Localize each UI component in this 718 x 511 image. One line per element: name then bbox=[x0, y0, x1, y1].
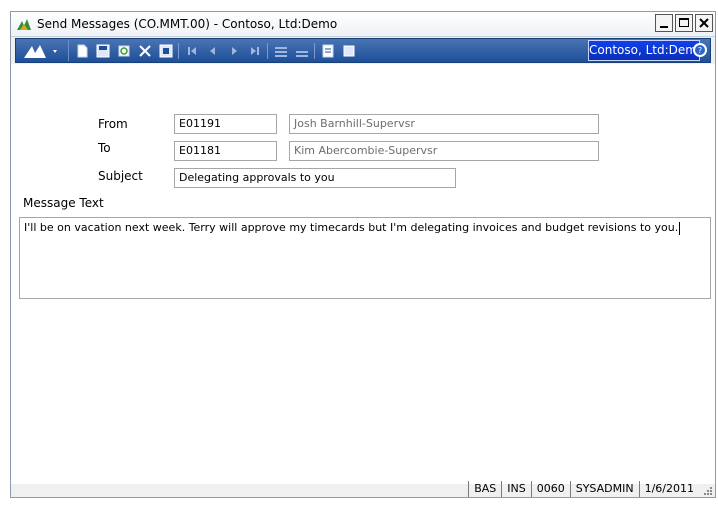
toolbar: Contoso, Ltd:Demo ? bbox=[15, 38, 711, 63]
first-icon[interactable] bbox=[184, 43, 200, 59]
maximize-button[interactable] bbox=[675, 14, 693, 32]
to-label: To bbox=[98, 141, 111, 155]
toolbar-separator bbox=[178, 43, 179, 59]
from-id-field[interactable]: E01191 bbox=[174, 114, 277, 134]
toolbar-separator bbox=[314, 43, 315, 59]
insert-row-icon[interactable] bbox=[273, 43, 289, 59]
save-icon[interactable] bbox=[95, 43, 111, 59]
message-text-area[interactable]: I'll be on vacation next week. Terry wil… bbox=[19, 217, 711, 299]
subject-label: Subject bbox=[98, 169, 143, 183]
close-button[interactable] bbox=[695, 14, 713, 32]
send-messages-window: Send Messages (CO.MMT.00) - Contoso, Ltd… bbox=[10, 11, 716, 498]
status-items: BAS INS 0060 SYSADMIN 1/6/2011 bbox=[468, 481, 699, 497]
new-icon[interactable] bbox=[74, 43, 90, 59]
attachments-icon[interactable] bbox=[341, 43, 357, 59]
notes-icon[interactable] bbox=[320, 43, 336, 59]
status-insert: INS bbox=[501, 481, 530, 497]
minimize-button[interactable] bbox=[655, 14, 673, 32]
close-icon bbox=[699, 18, 709, 28]
title-bar: Send Messages (CO.MMT.00) - Contoso, Ltd… bbox=[11, 12, 715, 37]
delete-icon[interactable] bbox=[137, 43, 153, 59]
maximize-icon bbox=[679, 18, 689, 27]
message-text: I'll be on vacation next week. Terry wil… bbox=[24, 221, 679, 234]
help-icon[interactable]: ? bbox=[692, 42, 708, 58]
next-icon[interactable] bbox=[226, 43, 242, 59]
svg-text:?: ? bbox=[698, 46, 702, 55]
delete-row-icon[interactable] bbox=[294, 43, 310, 59]
company-button[interactable]: Contoso, Ltd:Demo bbox=[588, 40, 704, 61]
status-user: SYSADMIN bbox=[569, 481, 639, 497]
to-id-field[interactable]: E01181 bbox=[174, 141, 277, 161]
from-name-field: Josh Barnhill-Supervsr bbox=[289, 114, 599, 134]
toolbar-separator bbox=[267, 43, 268, 59]
refresh-icon[interactable] bbox=[116, 43, 132, 59]
subject-field[interactable]: Delegating approvals to you bbox=[174, 168, 456, 188]
status-mode: BAS bbox=[468, 481, 501, 497]
window-controls bbox=[653, 14, 713, 34]
message-form: From E01191 Josh Barnhill-Supervsr To E0… bbox=[11, 64, 715, 484]
previous-icon[interactable] bbox=[205, 43, 221, 59]
app-logo-icon bbox=[17, 19, 31, 30]
app-logo-icon bbox=[24, 45, 57, 58]
window-title: Send Messages (CO.MMT.00) - Contoso, Ltd… bbox=[37, 17, 338, 31]
status-bar: BAS INS 0060 SYSADMIN 1/6/2011 bbox=[11, 481, 715, 497]
last-icon[interactable] bbox=[247, 43, 263, 59]
text-cursor bbox=[679, 221, 681, 235]
app-menu-button[interactable] bbox=[18, 40, 69, 61]
from-label: From bbox=[98, 117, 128, 131]
cancel-icon[interactable] bbox=[158, 43, 174, 59]
status-date: 1/6/2011 bbox=[638, 481, 699, 497]
status-cpny: 0060 bbox=[530, 481, 570, 497]
resize-grip-icon[interactable] bbox=[703, 486, 713, 496]
message-text-label: Message Text bbox=[23, 196, 104, 210]
to-name-field: Kim Abercombie-Supervsr bbox=[289, 141, 599, 161]
minimize-icon bbox=[660, 26, 668, 28]
